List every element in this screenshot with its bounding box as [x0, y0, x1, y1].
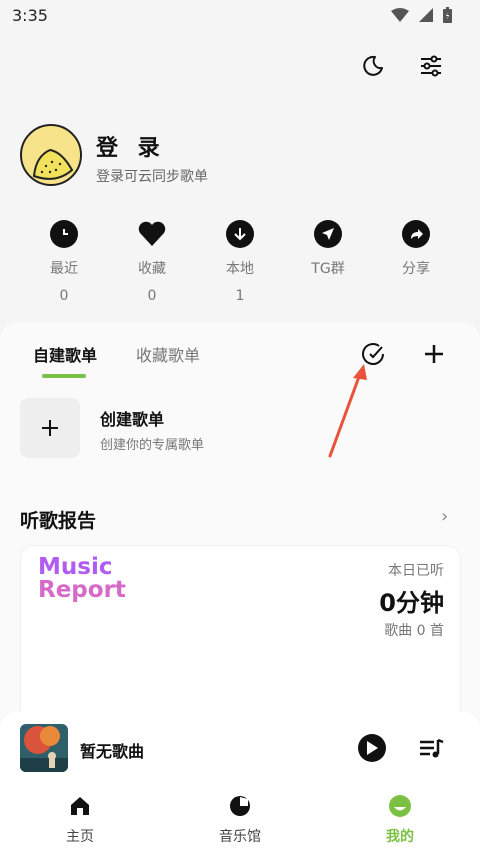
tab-collected-playlists[interactable]: 收藏歌单 — [136, 342, 200, 366]
status-bar: 3:35 — [0, 0, 480, 32]
album-cover[interactable] — [20, 724, 68, 772]
heart-icon — [138, 220, 166, 248]
stat-telegram[interactable]: TG群 — [284, 220, 372, 304]
dark-mode-button[interactable] — [357, 50, 389, 82]
clock-icon — [50, 220, 78, 248]
report-heading[interactable]: 听歌报告 — [20, 506, 96, 533]
stat-favorites[interactable]: 收藏 0 — [108, 220, 196, 304]
stat-local[interactable]: 本地 1 — [196, 220, 284, 304]
annotation-arrow-icon — [328, 364, 367, 458]
nav-mine[interactable]: 我的 — [352, 794, 448, 846]
stat-count: 0 — [147, 288, 157, 304]
logo-line2: Report — [38, 577, 126, 603]
today-label: 本日已听 — [388, 563, 444, 579]
queue-button[interactable] — [417, 734, 445, 762]
wifi-icon — [391, 8, 409, 22]
profile-face-icon — [389, 795, 411, 817]
nav-label: 主页 — [66, 829, 94, 845]
create-playlist-subtitle: 创建你的专属歌单 — [100, 438, 205, 453]
nav-label: 音乐馆 — [219, 829, 261, 845]
battery-icon — [443, 7, 452, 23]
play-button[interactable] — [358, 734, 386, 762]
sliders-icon — [421, 55, 441, 77]
music-hall-icon — [230, 796, 250, 816]
play-icon — [367, 741, 378, 755]
nav-home[interactable]: 主页 — [32, 794, 128, 846]
stat-recent[interactable]: 最近 0 — [20, 220, 108, 304]
status-icons — [391, 7, 452, 23]
create-playlist-title[interactable]: 创建歌单 — [100, 406, 164, 430]
nav-label: 我的 — [386, 829, 414, 845]
download-icon — [226, 220, 254, 248]
nav-music-hall[interactable]: 音乐馆 — [192, 794, 288, 846]
add-playlist-button[interactable] — [420, 340, 448, 368]
tab-indicator — [42, 374, 86, 378]
logo-line1: Music — [38, 554, 113, 580]
tab-my-playlists[interactable]: 自建歌单 — [33, 342, 97, 366]
stat-label: 分享 — [402, 261, 430, 277]
telegram-icon — [314, 220, 342, 248]
plus-icon — [42, 420, 58, 436]
create-playlist-button[interactable] — [20, 398, 80, 458]
current-song-title[interactable]: 暂无歌曲 — [80, 738, 144, 762]
stat-label: 收藏 — [138, 261, 166, 277]
chevron-right-icon[interactable]: › — [441, 506, 448, 527]
settings-button[interactable] — [415, 50, 447, 82]
share-icon — [402, 220, 430, 248]
today-value: 0分钟 — [379, 589, 444, 617]
status-time: 3:35 — [12, 6, 48, 25]
stat-share[interactable]: 分享 — [372, 220, 460, 304]
quick-stats: 最近 0 收藏 0 本地 1 TG群 分享 — [20, 220, 460, 304]
playlist-queue-icon — [420, 738, 444, 758]
music-report-logo: Music Report — [38, 556, 126, 602]
home-icon — [71, 797, 89, 815]
stat-label: 本地 — [226, 261, 254, 277]
album-art-icon — [20, 724, 68, 772]
stat-label: TG群 — [311, 261, 345, 277]
stat-count: 0 — [59, 288, 69, 304]
login-subtitle: 登录可云同步歌单 — [96, 169, 208, 185]
stat-label: 最近 — [50, 261, 78, 277]
plus-icon — [425, 345, 443, 363]
avatar[interactable] — [20, 124, 82, 186]
login-title[interactable]: 登 录 — [96, 130, 166, 162]
song-count: 歌曲 0 首 — [384, 623, 444, 639]
avatar-illustration-icon — [32, 148, 74, 180]
moon-icon — [363, 55, 383, 76]
stat-count: 1 — [235, 288, 245, 304]
signal-icon — [419, 8, 433, 22]
